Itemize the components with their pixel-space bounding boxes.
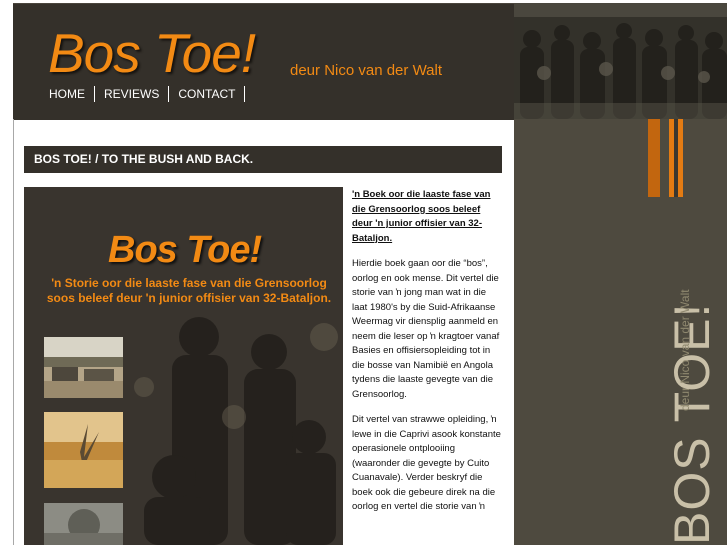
header-soldiers-photo xyxy=(514,3,727,119)
page-title: BOS TOE! / TO THE BUSH AND BACK. xyxy=(34,152,254,166)
description-paragraph: Dit vertel van strawwe opleiding, ŉ lewe… xyxy=(352,414,501,512)
book-description: 'n Boek oor die laaste fase van die Gren… xyxy=(352,188,502,526)
cover-thumb-bush-photo xyxy=(44,412,123,488)
book-intro-heading: 'n Boek oor die laaste fase van die Gren… xyxy=(352,189,491,244)
vertical-author-credit: deur Nico van der Walt xyxy=(678,289,692,411)
left-margin xyxy=(0,0,13,545)
cover-thumb-vehicles-photo xyxy=(44,337,123,398)
book-cover-image: Bos Toe! 'n Storie oor die laaste fase v… xyxy=(24,187,343,545)
cover-subtitle: 'n Storie oor die laaste fase van die Gr… xyxy=(46,276,332,305)
nav-home-link[interactable]: HOME xyxy=(43,86,95,102)
site-logo-subtitle: deur Nico van der Walt xyxy=(290,62,443,79)
site-logo-title[interactable]: Bos Toe! xyxy=(48,22,256,84)
site-header: Bos Toe! deur Nico van der Walt HOME REV… xyxy=(13,3,514,120)
orange-stripe-right xyxy=(678,119,683,197)
content-left-border xyxy=(13,119,14,545)
right-sidebar: BOS TOE! deur Nico van der Walt xyxy=(514,119,727,545)
description-paragraph: Hierdie boek gaan oor die “bos”, oorlog … xyxy=(352,258,500,400)
stripe-gap xyxy=(660,119,669,197)
main-nav: HOME REVIEWS CONTACT xyxy=(43,85,246,103)
nav-reviews-link[interactable]: REVIEWS xyxy=(95,86,170,102)
nav-contact-link[interactable]: CONTACT xyxy=(169,86,246,102)
page-title-bar: BOS TOE! / TO THE BUSH AND BACK. xyxy=(24,146,502,173)
page: Bos Toe! deur Nico van der Walt HOME REV… xyxy=(0,0,727,545)
vertical-book-title: BOS TOE! xyxy=(664,302,720,545)
orange-stripe-left xyxy=(648,119,660,197)
cover-title: Bos Toe! xyxy=(108,229,262,271)
cover-thumb-soldier-photo xyxy=(44,503,123,545)
